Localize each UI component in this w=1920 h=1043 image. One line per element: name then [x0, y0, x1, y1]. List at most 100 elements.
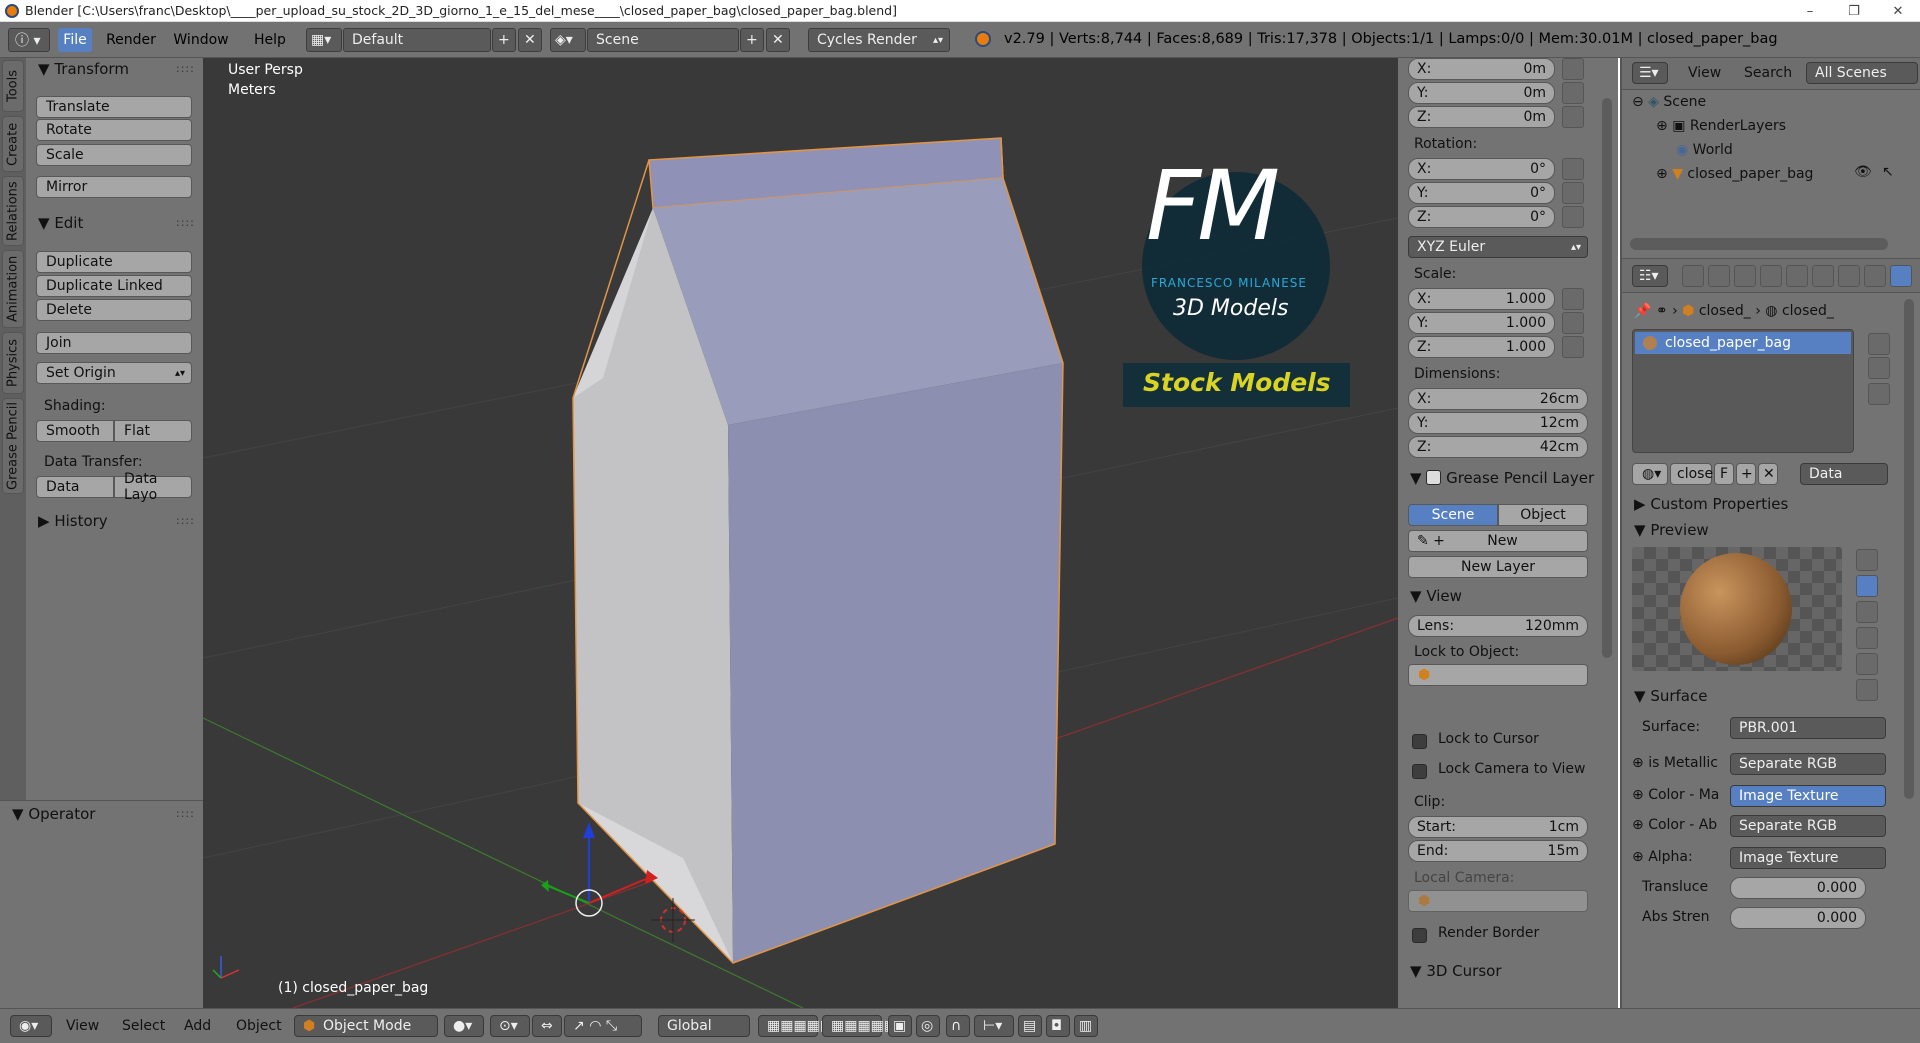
- editor-type-info-icon[interactable]: ⓘ ▾: [8, 28, 50, 52]
- material-name-field[interactable]: close: [1670, 463, 1713, 485]
- rotation-z-field[interactable]: Z: 0°: [1408, 206, 1555, 228]
- scale-y-field[interactable]: Y: 1.000: [1408, 312, 1555, 334]
- menu-help[interactable]: Help: [250, 28, 290, 52]
- lock-icon[interactable]: [1562, 106, 1584, 128]
- tab-grease-pencil[interactable]: Grease Pencil: [2, 398, 24, 494]
- monkey-preview-icon[interactable]: [1856, 627, 1878, 649]
- location-y-field[interactable]: Y: 0m: [1408, 82, 1555, 104]
- viewport-shading-icon[interactable]: ●▾: [444, 1015, 484, 1037]
- lock-object-field[interactable]: ⬢: [1408, 664, 1588, 686]
- checkbox-icon[interactable]: [1426, 470, 1442, 485]
- edit-panel-header[interactable]: ▼ Edit: [38, 214, 83, 232]
- rotation-x-field[interactable]: X: 0°: [1408, 158, 1555, 180]
- surface-panel-header[interactable]: ▼ Surface: [1634, 687, 1707, 705]
- flat-button[interactable]: Flat: [114, 420, 192, 442]
- hair-preview-icon[interactable]: [1856, 653, 1878, 675]
- color-ab-input-dropdown[interactable]: Separate RGB: [1730, 815, 1886, 837]
- grease-pencil-panel-header[interactable]: ▼ Grease Pencil Layer: [1410, 468, 1594, 487]
- tab-animation[interactable]: Animation: [2, 250, 24, 328]
- tab-relations[interactable]: Relations: [2, 176, 24, 246]
- local-camera-field[interactable]: ⬢: [1408, 890, 1588, 912]
- minimize-button[interactable]: –: [1788, 0, 1832, 22]
- fake-user-button[interactable]: F: [1714, 463, 1734, 485]
- screen-layout-icon[interactable]: ▦▾: [306, 28, 342, 52]
- location-x-field[interactable]: X: 0m: [1408, 58, 1555, 80]
- properties-shelf-scrollbar[interactable]: [1598, 58, 1618, 1008]
- add-scene-icon[interactable]: +: [740, 28, 764, 52]
- surface-shader-dropdown[interactable]: PBR.001: [1730, 717, 1886, 739]
- dimension-x-field[interactable]: X: 26cm: [1408, 388, 1588, 410]
- tab-physics[interactable]: Physics: [2, 332, 24, 394]
- delete-scene-icon[interactable]: ✕: [766, 28, 790, 52]
- drag-handle-icon[interactable]: ::::: [176, 62, 195, 75]
- editor-type-3d-icon[interactable]: ◉▾: [10, 1015, 52, 1037]
- menu-render[interactable]: Render: [106, 28, 156, 52]
- delete-button[interactable]: Delete: [36, 299, 192, 321]
- scene-tab-icon[interactable]: [1734, 265, 1756, 287]
- sphere-preview-icon[interactable]: [1856, 575, 1878, 597]
- object-tab-icon[interactable]: [1786, 265, 1808, 287]
- snap-element-icon[interactable]: ⊢▾: [974, 1015, 1014, 1037]
- pivot-point-icon[interactable]: ⊙▾: [490, 1015, 530, 1037]
- scale-manipulator-icon[interactable]: ⤡: [606, 1018, 617, 1034]
- flat-preview-icon[interactable]: [1856, 549, 1878, 571]
- lock-layers-icon[interactable]: ▣: [888, 1015, 912, 1037]
- manipulator-toggle-icon[interactable]: ⇔: [532, 1015, 562, 1037]
- slot-menu-icon[interactable]: [1868, 383, 1890, 405]
- lens-field[interactable]: Lens: 120mm: [1408, 615, 1588, 637]
- translate-button[interactable]: Translate: [36, 96, 192, 118]
- drag-handle-icon[interactable]: ::::: [176, 807, 195, 820]
- properties-editor-icon[interactable]: ☷▾: [1632, 265, 1668, 287]
- history-panel-header[interactable]: ▶ History: [38, 512, 108, 530]
- view-panel-header[interactable]: ▼ View: [1410, 587, 1462, 605]
- maximize-button[interactable]: ❐: [1832, 0, 1876, 22]
- rotate-manipulator-icon[interactable]: ◠: [589, 1018, 601, 1034]
- rotate-button[interactable]: Rotate: [36, 119, 192, 141]
- set-origin-dropdown[interactable]: Set Origin ▴▾: [36, 362, 192, 384]
- add-slot-icon[interactable]: [1868, 333, 1890, 355]
- dimension-y-field[interactable]: Y: 12cm: [1408, 412, 1588, 434]
- render-tab-icon[interactable]: [1682, 265, 1704, 287]
- outliner-item-renderlayers[interactable]: ⊕ ▣ RenderLayers: [1656, 118, 1786, 134]
- lock-icon[interactable]: [1562, 182, 1584, 204]
- add-layout-icon[interactable]: +: [492, 28, 516, 52]
- visibility-eye-icon[interactable]: 👁: [1854, 164, 1872, 180]
- join-button[interactable]: Join: [36, 332, 192, 354]
- lock-camera-checkbox[interactable]: [1412, 764, 1427, 779]
- rotation-mode-dropdown[interactable]: XYZ Euler ▴▾: [1408, 236, 1588, 258]
- outliner-item-scene[interactable]: ⊖ ◈ Scene: [1632, 94, 1706, 110]
- menu-select[interactable]: Select: [122, 1018, 165, 1034]
- transform-orientation-dropdown[interactable]: Global: [658, 1015, 750, 1037]
- duplicate-linked-button[interactable]: Duplicate Linked: [36, 275, 192, 297]
- preview-header[interactable]: ▼ Preview: [1634, 521, 1709, 539]
- material-slots-list[interactable]: closed_paper_bag: [1632, 329, 1854, 453]
- outliner-menu-view[interactable]: View: [1688, 65, 1721, 81]
- modifiers-tab-icon[interactable]: [1838, 265, 1860, 287]
- material-tab-icon[interactable]: [1890, 265, 1912, 287]
- world-tab-icon[interactable]: [1760, 265, 1782, 287]
- properties-scrollbar[interactable]: [1904, 299, 1914, 799]
- lock-icon[interactable]: [1562, 206, 1584, 228]
- translate-manipulator-icon[interactable]: ↗: [573, 1018, 585, 1034]
- lock-icon[interactable]: [1562, 158, 1584, 180]
- layers-grid-2[interactable]: ▦▦▦▦▦: [822, 1015, 897, 1037]
- delete-layout-icon[interactable]: ✕: [518, 28, 542, 52]
- 3d-viewport[interactable]: User Persp Meters (1) closed_paper_bag F…: [203, 58, 1398, 1008]
- scale-button[interactable]: Scale: [36, 144, 192, 166]
- clip-end-field[interactable]: End: 15m: [1408, 840, 1588, 862]
- translucent-field[interactable]: 0.000: [1730, 877, 1866, 899]
- lock-icon[interactable]: [1562, 312, 1584, 334]
- remove-slot-icon[interactable]: [1868, 357, 1890, 379]
- paper-bag-mesh[interactable]: [572, 137, 1064, 964]
- lock-icon[interactable]: [1562, 336, 1584, 358]
- new-material-icon[interactable]: +: [1736, 463, 1756, 485]
- duplicate-button[interactable]: Duplicate: [36, 251, 192, 273]
- drag-handle-icon[interactable]: ::::: [176, 216, 195, 229]
- operator-panel-header[interactable]: ▼ Operator: [12, 805, 95, 823]
- link-dropdown[interactable]: Data: [1800, 463, 1888, 485]
- browse-material-icon[interactable]: ◍▾: [1632, 463, 1668, 485]
- scene-field[interactable]: Scene: [587, 28, 739, 52]
- unlink-material-icon[interactable]: ✕: [1758, 463, 1778, 485]
- scale-x-field[interactable]: X: 1.000: [1408, 288, 1555, 310]
- proportional-edit-icon[interactable]: ◎: [916, 1015, 940, 1037]
